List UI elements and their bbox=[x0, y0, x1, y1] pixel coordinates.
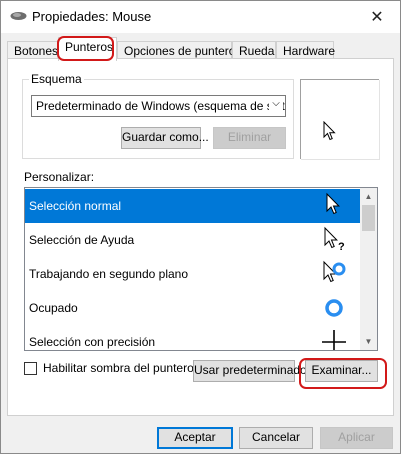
delete-scheme-button[interactable]: Eliminar bbox=[213, 127, 286, 149]
shadow-checkbox-label: Habilitar sombra del puntero bbox=[43, 361, 194, 375]
svg-text:?: ? bbox=[338, 241, 345, 253]
list-item-normal-select[interactable]: Selección normal bbox=[25, 189, 362, 223]
busy-ring-cursor-icon bbox=[325, 299, 343, 317]
arrow-cursor-icon bbox=[323, 121, 336, 141]
scroll-down-icon[interactable]: ▼ bbox=[360, 333, 377, 350]
working-background-cursor-icon bbox=[323, 260, 346, 283]
list-item-label: Selección de Ayuda bbox=[29, 233, 135, 247]
title-bar[interactable]: Propiedades: Mouse ✕ bbox=[1, 1, 400, 33]
list-item-label: Trabajando en segundo plano bbox=[29, 267, 189, 281]
use-default-button[interactable]: Usar predeterminado bbox=[193, 360, 307, 382]
pointers-panel: Esquema Predeterminado de Windows (esque… bbox=[7, 58, 394, 416]
list-item-precision-select[interactable]: Selección con precisión bbox=[25, 325, 362, 350]
mouse-properties-window: Propiedades: Mouse ✕ Botones Punteros Op… bbox=[0, 0, 401, 454]
list-item-help-select[interactable]: Selección de Ayuda ? bbox=[25, 223, 362, 257]
list-item-label: Ocupado bbox=[29, 301, 78, 315]
save-as-button[interactable]: Guardar como... bbox=[121, 127, 209, 149]
cursor-preview bbox=[300, 79, 380, 160]
scheme-group: Esquema Predeterminado de Windows (esque… bbox=[22, 72, 294, 159]
list-item-label: Selección normal bbox=[29, 199, 122, 213]
close-icon: ✕ bbox=[370, 8, 384, 26]
list-item-working-background[interactable]: Trabajando en segundo plano bbox=[25, 257, 362, 291]
list-item-busy[interactable]: Ocupado bbox=[25, 291, 362, 325]
help-cursor-icon: ? bbox=[324, 226, 345, 253]
close-button[interactable]: ✕ bbox=[354, 1, 400, 32]
customize-label: Personalizar: bbox=[24, 170, 95, 184]
mouse-icon bbox=[10, 12, 27, 20]
cancel-button[interactable]: Cancelar bbox=[239, 427, 313, 449]
scheme-combobox[interactable]: Predeterminado de Windows (esquema de si… bbox=[31, 95, 286, 117]
scheme-group-label: Esquema bbox=[29, 72, 84, 86]
arrow-cursor-icon bbox=[326, 192, 340, 215]
chevron-down-icon[interactable]: ⌵ bbox=[269, 98, 283, 114]
list-item-label: Selección con precisión bbox=[29, 335, 156, 349]
crosshair-cursor-icon bbox=[322, 330, 346, 350]
shadow-checkbox[interactable] bbox=[24, 362, 37, 375]
tab-pointers[interactable]: Punteros bbox=[58, 37, 117, 61]
window-title: Propiedades: Mouse bbox=[32, 9, 152, 24]
scheme-selected-value: Predeterminado de Windows (esquema de si… bbox=[36, 99, 286, 113]
apply-button[interactable]: Aplicar bbox=[320, 427, 393, 449]
tab-strip: Botones Punteros Opciones de puntero Rue… bbox=[7, 37, 397, 61]
cursor-list[interactable]: Selección normal Selección de Ayuda ? Tr… bbox=[24, 187, 378, 351]
list-scrollbar[interactable]: ▲ ▼ bbox=[360, 188, 377, 350]
accept-button[interactable]: Aceptar bbox=[157, 427, 233, 449]
scroll-up-icon[interactable]: ▲ bbox=[360, 188, 377, 205]
browse-button[interactable]: Examinar... bbox=[305, 360, 378, 382]
scroll-thumb[interactable] bbox=[362, 205, 375, 231]
